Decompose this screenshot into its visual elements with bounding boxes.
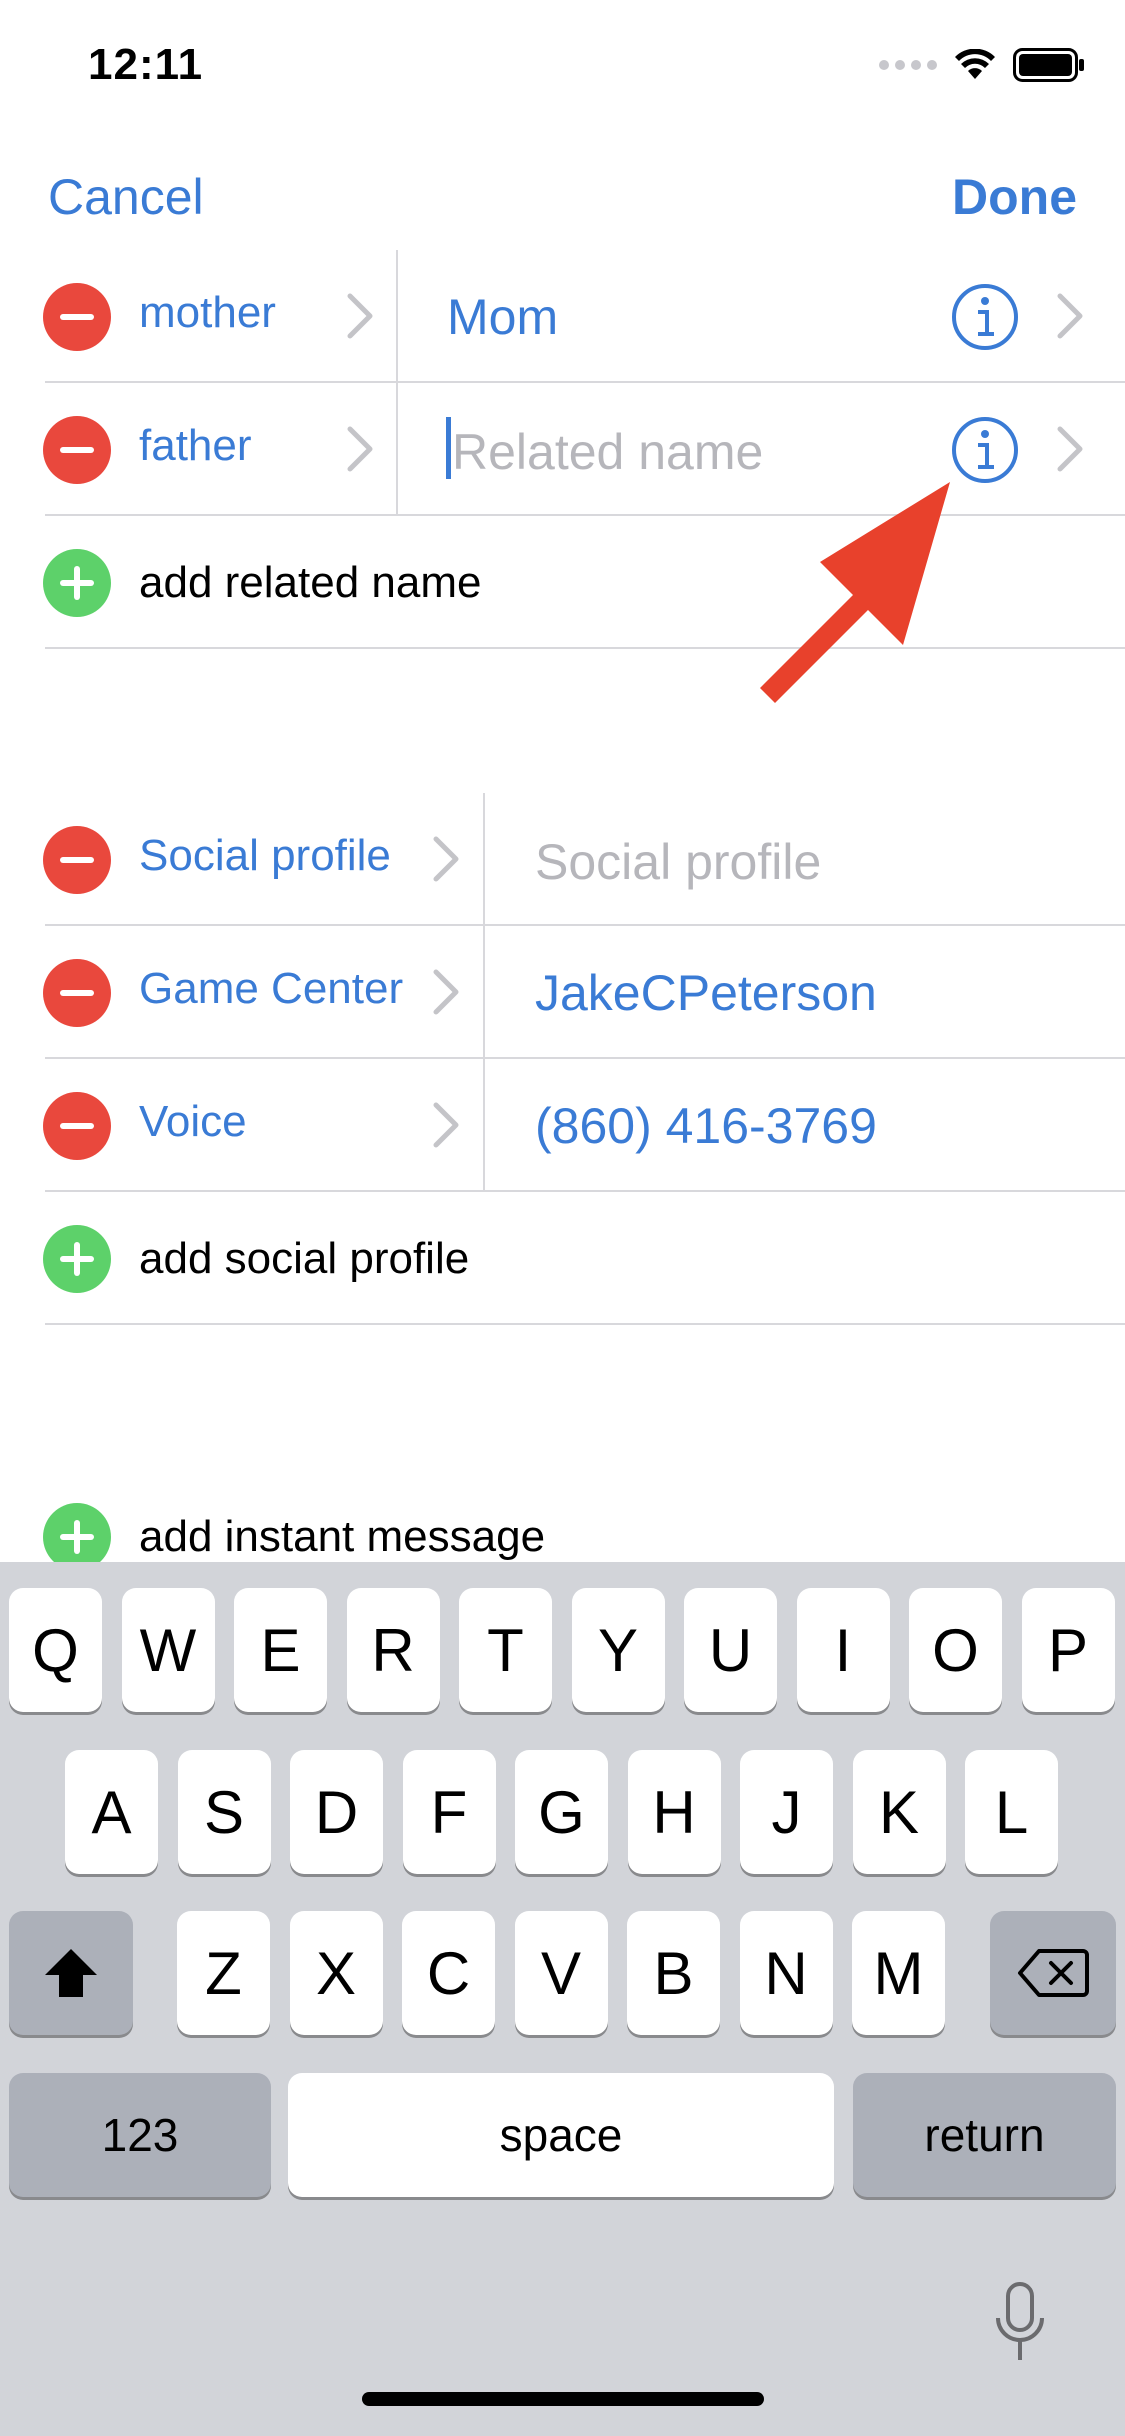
shift-key[interactable] [9, 1911, 133, 2035]
key-p[interactable]: P [1021, 1588, 1115, 1712]
key-n[interactable]: N [739, 1911, 833, 2035]
key-m[interactable]: M [852, 1911, 945, 2035]
microphone-icon[interactable] [990, 2280, 1050, 2370]
key-c[interactable]: C [402, 1911, 495, 2035]
info-icon[interactable] [950, 282, 1020, 352]
backspace-icon [1018, 1949, 1089, 1997]
key-x[interactable]: X [289, 1911, 383, 2035]
key-r[interactable]: R [346, 1588, 440, 1712]
chevron-right-icon[interactable] [1050, 288, 1090, 344]
social-profile-value[interactable]: (860) 416-3769 [535, 1097, 877, 1155]
key-a[interactable]: A [65, 1750, 158, 1874]
social-profile-row: Voice (860) 416-3769 [0, 1059, 1125, 1192]
delete-related-name-button[interactable] [43, 283, 111, 351]
key-w[interactable]: W [121, 1588, 215, 1712]
key-l[interactable]: L [965, 1750, 1058, 1874]
battery-icon [1013, 48, 1084, 82]
add-related-name-button[interactable] [43, 549, 111, 617]
related-label-selector[interactable]: father [139, 421, 252, 471]
social-profile-row: Social profile Social profile [0, 793, 1125, 926]
key-f[interactable]: F [402, 1750, 496, 1874]
delete-key[interactable] [990, 1911, 1116, 2035]
social-profile-value[interactable]: JakeCPeterson [535, 964, 877, 1022]
status-time: 12:11 [88, 40, 204, 89]
key-y[interactable]: Y [571, 1588, 665, 1712]
home-indicator [362, 2392, 764, 2406]
delete-related-name-button[interactable] [43, 416, 111, 484]
related-name-value[interactable]: Mom [447, 288, 558, 346]
key-o[interactable]: O [909, 1588, 1002, 1712]
chevron-right-icon[interactable] [426, 1097, 466, 1153]
text-cursor [446, 417, 451, 479]
shift-icon [45, 1949, 97, 1997]
key-z[interactable]: Z [177, 1911, 270, 2035]
space-key[interactable]: space [288, 2073, 834, 2197]
social-label-selector[interactable]: Voice [139, 1097, 247, 1147]
row-separator [45, 1323, 1125, 1325]
key-s[interactable]: S [177, 1750, 271, 1874]
key-b[interactable]: B [627, 1911, 720, 2035]
key-h[interactable]: H [627, 1750, 721, 1874]
key-t[interactable]: T [459, 1588, 552, 1712]
chevron-right-icon[interactable] [426, 831, 466, 887]
key-k[interactable]: K [852, 1750, 946, 1874]
social-profile-row: Game Center JakeCPeterson [0, 926, 1125, 1059]
cancel-button[interactable]: Cancel [48, 168, 204, 226]
numbers-key[interactable]: 123 [9, 2073, 271, 2197]
add-instant-message-label[interactable]: add instant message [139, 1512, 545, 1562]
chevron-right-icon[interactable] [426, 964, 466, 1020]
social-label-selector[interactable]: Game Center [139, 964, 403, 1014]
cellular-signal-icon [879, 60, 937, 70]
status-bar: 12:11 [0, 0, 1125, 130]
nav-bar: Cancel Done [0, 160, 1125, 240]
wifi-icon [955, 49, 995, 79]
column-divider [483, 926, 485, 1059]
key-q[interactable]: Q [9, 1588, 102, 1712]
related-name-input[interactable]: Related name [452, 423, 763, 481]
return-key[interactable]: return [853, 2073, 1116, 2197]
key-g[interactable]: G [515, 1750, 608, 1874]
add-social-profile-label[interactable]: add social profile [139, 1234, 469, 1284]
add-social-profile-row[interactable]: add social profile [0, 1192, 1125, 1325]
key-j[interactable]: J [740, 1750, 833, 1874]
add-social-profile-button[interactable] [43, 1225, 111, 1293]
delete-social-profile-button[interactable] [43, 826, 111, 894]
keyboard: QWERTYUIOP ASDFGHJKL ZXCVBNM 123 space r… [0, 1562, 1125, 2436]
key-v[interactable]: V [514, 1911, 608, 2035]
social-label-selector[interactable]: Social profile [139, 831, 391, 881]
add-instant-message-button[interactable] [43, 1503, 111, 1571]
chevron-right-icon[interactable] [340, 288, 380, 344]
delete-social-profile-button[interactable] [43, 1092, 111, 1160]
add-related-name-label[interactable]: add related name [139, 558, 481, 608]
done-button[interactable]: Done [952, 168, 1077, 226]
chevron-right-icon[interactable] [1050, 421, 1090, 477]
key-d[interactable]: D [290, 1750, 383, 1874]
social-profile-input[interactable]: Social profile [535, 833, 821, 891]
chevron-right-icon[interactable] [340, 421, 380, 477]
column-divider [396, 383, 398, 516]
column-divider [483, 1059, 485, 1192]
status-icons [879, 48, 1085, 82]
column-divider [396, 250, 398, 383]
delete-social-profile-button[interactable] [43, 959, 111, 1027]
related-label-selector[interactable]: mother [139, 288, 276, 338]
key-i[interactable]: I [796, 1588, 890, 1712]
annotation-arrow-icon [760, 482, 950, 703]
related-name-row: mother Mom [0, 250, 1125, 383]
column-divider [483, 793, 485, 926]
key-u[interactable]: U [684, 1588, 777, 1712]
key-e[interactable]: E [234, 1588, 327, 1712]
